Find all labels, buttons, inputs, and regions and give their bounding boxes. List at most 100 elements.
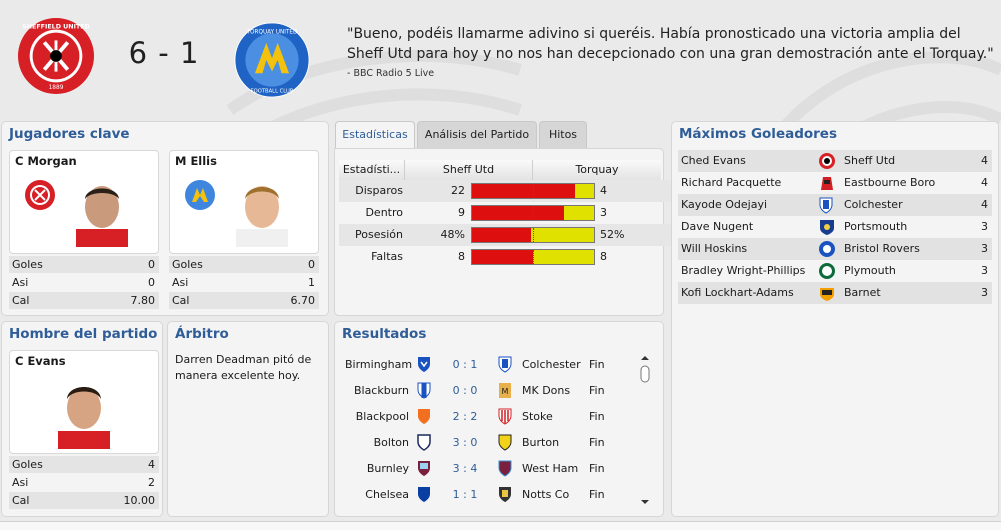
scorer-goals: 3 bbox=[981, 264, 988, 277]
scorer-club[interactable]: Colchester bbox=[844, 198, 903, 211]
referee-panel: Árbitro Darren Deadman pitó de manera ex… bbox=[167, 321, 329, 517]
player-card-away[interactable]: M Ellis bbox=[169, 150, 319, 254]
club-badge-icon bbox=[819, 263, 835, 279]
tab-analisis[interactable]: Análisis del Partido bbox=[417, 121, 537, 149]
scorer-club[interactable]: Portsmouth bbox=[844, 220, 907, 233]
away-team-badge-icon bbox=[498, 356, 512, 373]
scorer-row[interactable]: Dave Nugent Portsmouth 3 bbox=[678, 216, 992, 238]
scorer-row[interactable]: Ched Evans Sheff Utd 4 bbox=[678, 150, 992, 172]
result-status: Fin bbox=[589, 462, 605, 475]
referee-text: Darren Deadman pitó de manera excelente … bbox=[175, 353, 312, 382]
svg-text:M: M bbox=[502, 387, 509, 396]
home-team-badge-icon bbox=[418, 409, 430, 424]
stat-home-value: 8 bbox=[458, 250, 465, 263]
mom-card[interactable]: C Evans bbox=[9, 350, 159, 454]
key-players-title: Jugadores clave bbox=[9, 126, 130, 142]
away-team-badge-icon: M bbox=[499, 383, 511, 398]
stat-home-value: 48% bbox=[440, 228, 465, 241]
result-home-team[interactable]: Birmingham bbox=[345, 358, 412, 371]
results-scrollbar[interactable] bbox=[638, 354, 652, 506]
stat-label: Disparos bbox=[355, 184, 403, 197]
player-stats-away: Goles 0 Asi 1 Cal 6.70 bbox=[169, 256, 319, 310]
col-header-stat[interactable]: Estadísti... bbox=[339, 160, 405, 180]
scorer-name[interactable]: Ched Evans bbox=[681, 154, 746, 167]
referee-title: Árbitro bbox=[175, 326, 229, 342]
scroll-up-icon[interactable] bbox=[641, 356, 649, 360]
scorer-name[interactable]: Will Hoskins bbox=[681, 242, 747, 255]
scorer-club[interactable]: Sheff Utd bbox=[844, 154, 895, 167]
scorer-club[interactable]: Bristol Rovers bbox=[844, 242, 920, 255]
scorer-goals: 4 bbox=[981, 176, 988, 189]
scorer-row[interactable]: Bradley Wright-Phillips Plymouth 3 bbox=[678, 260, 992, 282]
result-away-team[interactable]: Stoke bbox=[522, 410, 553, 423]
result-row[interactable]: Birmingham 0 : 1 Colchester Fin bbox=[345, 352, 635, 378]
result-row[interactable]: Burnley 3 : 4 West Ham Fin bbox=[345, 456, 635, 482]
player-stats-home: Goles 0 Asi 0 Cal 7.80 bbox=[9, 256, 159, 310]
player-card-home[interactable]: C Morgan bbox=[9, 150, 159, 254]
club-badge-icon bbox=[819, 197, 833, 214]
stat-bar-midline bbox=[533, 250, 534, 264]
result-status: Fin bbox=[589, 488, 605, 501]
result-home-team[interactable]: Blackburn bbox=[345, 384, 409, 397]
stat-row: Asi 2 bbox=[12, 476, 155, 489]
result-score[interactable]: 3 : 0 bbox=[441, 436, 489, 449]
scorer-club[interactable]: Plymouth bbox=[844, 264, 896, 277]
result-score[interactable]: 3 : 4 bbox=[441, 462, 489, 475]
stat-row: Cal 7.80 bbox=[9, 292, 159, 309]
scorer-name[interactable]: Richard Pacquette bbox=[681, 176, 781, 189]
results-list: Birmingham 0 : 1 Colchester Fin Blackburn 0 :… bbox=[335, 352, 635, 512]
result-score[interactable]: 2 : 2 bbox=[441, 410, 489, 423]
col-header-away[interactable]: Torquay bbox=[533, 160, 661, 180]
stat-bar-home bbox=[472, 228, 531, 242]
scorer-club[interactable]: Barnet bbox=[844, 286, 881, 299]
torquay-badge-icon bbox=[185, 180, 215, 210]
result-row[interactable]: Bolton 3 : 0 Burton Fin bbox=[345, 430, 635, 456]
result-row[interactable]: Blackburn 0 : 0 M MK Dons Fin bbox=[345, 378, 635, 404]
scorer-row[interactable]: Will Hoskins Bristol Rovers 3 bbox=[678, 238, 992, 260]
stat-row: Cal 6.70 bbox=[169, 292, 319, 309]
away-team-badge-icon bbox=[498, 434, 512, 451]
stat-away-value: 52% bbox=[600, 228, 625, 241]
scorer-club[interactable]: Eastbourne Boro bbox=[844, 176, 935, 189]
scorer-name[interactable]: Kofi Lockhart-Adams bbox=[681, 286, 794, 299]
col-header-home[interactable]: Sheff Utd bbox=[405, 160, 533, 180]
result-away-team[interactable]: Burton bbox=[522, 436, 559, 449]
scorer-name[interactable]: Dave Nugent bbox=[681, 220, 753, 233]
sheffield-united-crest-icon: SHEFFIELD UNITED 1889 bbox=[17, 17, 95, 95]
scorer-row[interactable]: Kofi Lockhart-Adams Barnet 3 bbox=[678, 282, 992, 304]
result-home-team[interactable]: Chelsea bbox=[345, 488, 409, 501]
svg-text:FOOTBALL CLUB: FOOTBALL CLUB bbox=[251, 88, 294, 94]
club-badge-icon bbox=[820, 220, 834, 235]
result-away-team[interactable]: Colchester bbox=[522, 358, 581, 371]
scroll-down-icon[interactable] bbox=[641, 500, 649, 504]
result-row[interactable]: Chelsea 1 : 1 Notts Co Fin bbox=[345, 482, 635, 508]
result-away-team[interactable]: Notts Co bbox=[522, 488, 569, 501]
result-score[interactable]: 0 : 1 bbox=[441, 358, 489, 371]
result-status: Fin bbox=[589, 410, 605, 423]
result-home-team[interactable]: Bolton bbox=[345, 436, 409, 449]
scorer-row[interactable]: Richard Pacquette Eastbourne Boro 4 bbox=[678, 172, 992, 194]
player-name: C Evans bbox=[15, 354, 66, 368]
result-away-team[interactable]: West Ham bbox=[522, 462, 578, 475]
player-photo bbox=[76, 186, 128, 247]
stat-bar-home bbox=[472, 250, 533, 264]
away-team-badge-icon bbox=[499, 487, 511, 502]
stat-bar-home bbox=[472, 184, 576, 198]
result-away-team[interactable]: MK Dons bbox=[522, 384, 570, 397]
scorer-row[interactable]: Kayode Odejayi Colchester 4 bbox=[678, 194, 992, 216]
stat-bar-midline bbox=[533, 206, 534, 220]
result-score[interactable]: 1 : 1 bbox=[441, 488, 489, 501]
result-score[interactable]: 0 : 0 bbox=[441, 384, 489, 397]
tab-estadisticas[interactable]: Estadísticas bbox=[335, 121, 415, 149]
tab-hitos[interactable]: Hitos bbox=[539, 121, 587, 149]
stat-label: Posesión bbox=[355, 228, 403, 241]
club-badge-icon bbox=[819, 241, 835, 257]
torquay-united-crest-icon: TORQUAY UNITED FOOTBALL CLUB bbox=[234, 22, 310, 98]
result-home-team[interactable]: Burnley bbox=[345, 462, 409, 475]
result-row[interactable]: Blackpool 2 : 2 Stoke Fin bbox=[345, 404, 635, 430]
result-home-team[interactable]: Blackpool bbox=[345, 410, 409, 423]
stat-row: Goles 4 bbox=[9, 456, 159, 473]
scorer-name[interactable]: Bradley Wright-Phillips bbox=[681, 264, 805, 277]
scorer-name[interactable]: Kayode Odejayi bbox=[681, 198, 767, 211]
bottom-toolbar bbox=[0, 521, 1001, 530]
